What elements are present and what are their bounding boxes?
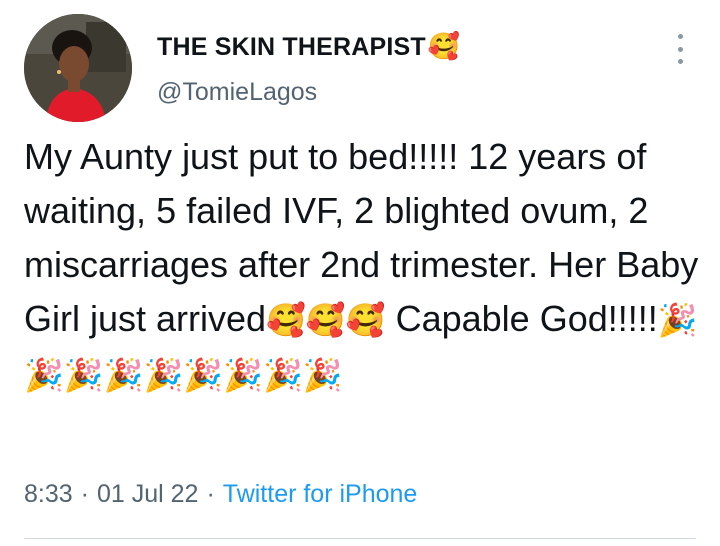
tweet-meta: 8:33 · 01 Jul 22 · Twitter for iPhone [24,480,417,509]
divider [24,538,696,539]
more-vertical-icon[interactable] [670,34,690,64]
display-name[interactable]: THE SKIN THERAPIST 🥰 [157,32,460,62]
tweet-text-closing: Capable God!!!!! [385,298,658,339]
tweet-source-link[interactable]: Twitter for iPhone [223,480,418,508]
meta-separator: · [80,480,89,508]
tweet-time[interactable]: 8:33 [24,480,73,508]
avatar[interactable] [24,14,132,122]
smiling-hearts-icon: 🥰 [427,32,461,62]
tweet-text: My Aunty just put to bed!!!!! 12 years o… [24,130,704,402]
display-name-text: THE SKIN THERAPIST [157,32,426,61]
tweet-date[interactable]: 01 Jul 22 [97,480,198,508]
avatar-photo-icon [24,14,132,122]
meta-separator: · [206,480,215,508]
tweet-card: THE SKIN THERAPIST 🥰 @TomieLagos My Aunt… [0,0,720,546]
smiling-hearts-icon: 🥰🥰🥰 [266,301,386,339]
user-handle[interactable]: @TomieLagos [157,78,317,107]
